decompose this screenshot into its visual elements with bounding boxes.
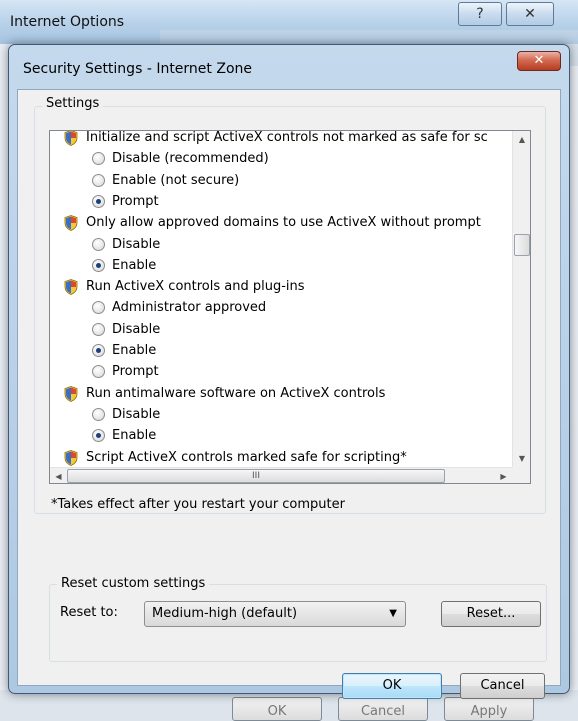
reset-button[interactable]: Reset... bbox=[441, 601, 541, 627]
reset-level-select[interactable]: Medium-high (default) ▼ bbox=[144, 601, 406, 627]
settings-list-rows: Initialize and script ActiveX controls n… bbox=[50, 131, 512, 467]
background-cancel-button[interactable]: Cancel bbox=[338, 697, 428, 721]
vertical-scrollbar[interactable]: ▲ ▼ bbox=[512, 131, 530, 467]
background-help-button[interactable]: ? bbox=[458, 2, 502, 26]
radio-unchecked-icon[interactable] bbox=[92, 365, 105, 379]
setting-category: Script ActiveX controls marked safe for … bbox=[50, 447, 512, 468]
setting-label: Run ActiveX controls and plug-ins bbox=[86, 279, 305, 295]
setting-label: Disable bbox=[112, 406, 161, 422]
setting-option[interactable]: Administrator approved bbox=[50, 297, 512, 318]
setting-label: Enable bbox=[112, 428, 157, 444]
setting-option[interactable]: Enable bbox=[50, 340, 512, 361]
setting-option[interactable]: Disable bbox=[50, 234, 512, 255]
setting-label: Prompt bbox=[112, 364, 159, 380]
setting-label: Script ActiveX controls marked safe for … bbox=[86, 449, 407, 465]
setting-label: Enable (not secure) bbox=[112, 172, 240, 188]
setting-label: Enable bbox=[112, 257, 157, 273]
setting-option[interactable]: Enable bbox=[50, 255, 512, 276]
settings-group-label: Settings bbox=[42, 96, 104, 111]
setting-label: Prompt bbox=[112, 193, 159, 209]
setting-option[interactable]: Disable bbox=[50, 404, 512, 425]
background-apply-button[interactable]: Apply bbox=[444, 697, 534, 721]
vertical-scroll-thumb[interactable] bbox=[514, 234, 530, 256]
security-shield-icon bbox=[64, 449, 78, 466]
radio-unchecked-icon[interactable] bbox=[92, 407, 105, 421]
radio-checked-icon[interactable] bbox=[92, 344, 105, 357]
radio-unchecked-icon[interactable] bbox=[92, 237, 105, 251]
dialog-title: Security Settings - Internet Zone bbox=[23, 61, 252, 77]
setting-category: Initialize and script ActiveX controls n… bbox=[50, 131, 512, 148]
restart-footnote: *Takes effect after you restart your com… bbox=[51, 497, 345, 512]
scroll-up-arrow-icon[interactable]: ▲ bbox=[513, 131, 530, 148]
dropdown-arrow-icon: ▼ bbox=[389, 608, 397, 619]
security-shield-icon bbox=[64, 279, 78, 296]
setting-label: Enable bbox=[112, 343, 157, 358]
dialog-client-area: Settings Initialize and script ActiveX c… bbox=[17, 89, 561, 699]
setting-label: Disable bbox=[112, 236, 161, 252]
reset-to-label: Reset to: bbox=[60, 605, 118, 620]
background-close-button[interactable]: ✕ bbox=[506, 2, 554, 26]
horizontal-scrollbar[interactable]: ◀ III ▶ bbox=[50, 467, 512, 483]
settings-listbox[interactable]: Initialize and script ActiveX controls n… bbox=[49, 130, 531, 484]
dialog-close-button[interactable]: ✕ bbox=[517, 51, 561, 71]
setting-category: Run antimalware software on ActiveX cont… bbox=[50, 383, 512, 404]
background-window-title: Internet Options bbox=[10, 14, 125, 30]
radio-checked-icon[interactable] bbox=[92, 429, 105, 443]
scroll-right-arrow-icon[interactable]: ▶ bbox=[495, 468, 512, 483]
setting-label: Only allow approved domains to use Activ… bbox=[86, 215, 481, 231]
security-shield-icon bbox=[64, 385, 78, 402]
radio-unchecked-icon[interactable] bbox=[92, 322, 105, 336]
setting-option[interactable]: Prompt bbox=[50, 191, 512, 212]
setting-option[interactable]: Prompt bbox=[50, 361, 512, 382]
background-ok-button[interactable]: OK bbox=[232, 697, 322, 721]
setting-option[interactable]: Enable bbox=[50, 425, 512, 446]
setting-category: Only allow approved domains to use Activ… bbox=[50, 212, 512, 233]
setting-option[interactable]: Disable (recommended) bbox=[50, 148, 512, 169]
ok-button[interactable]: OK bbox=[342, 673, 442, 699]
setting-option[interactable]: Enable (not secure) bbox=[50, 170, 512, 191]
scroll-left-arrow-icon[interactable]: ◀ bbox=[50, 468, 67, 483]
security-shield-icon bbox=[64, 131, 78, 146]
radio-unchecked-icon[interactable] bbox=[92, 301, 105, 315]
setting-label: Initialize and script ActiveX controls n… bbox=[86, 131, 488, 145]
security-settings-dialog: Security Settings - Internet Zone ✕ Sett… bbox=[8, 44, 570, 699]
scroll-down-arrow-icon[interactable]: ▼ bbox=[513, 450, 530, 467]
radio-unchecked-icon[interactable] bbox=[92, 152, 105, 166]
radio-unchecked-icon[interactable] bbox=[92, 173, 105, 187]
setting-label: Run antimalware software on ActiveX cont… bbox=[86, 385, 386, 401]
setting-label: Disable (recommended) bbox=[112, 151, 269, 167]
reset-group-label: Reset custom settings bbox=[57, 576, 210, 591]
radio-checked-icon[interactable] bbox=[92, 258, 105, 272]
setting-category: Run ActiveX controls and plug-ins bbox=[50, 276, 512, 297]
setting-option[interactable]: Disable bbox=[50, 319, 512, 340]
reset-level-value: Medium-high (default) bbox=[152, 606, 298, 621]
setting-label: Administrator approved bbox=[112, 300, 267, 316]
cancel-button[interactable]: Cancel bbox=[460, 673, 545, 699]
security-shield-icon bbox=[64, 215, 78, 232]
radio-checked-icon[interactable] bbox=[92, 194, 105, 208]
scrollbar-corner bbox=[512, 467, 530, 483]
horizontal-scroll-thumb[interactable]: III bbox=[67, 469, 445, 483]
setting-label: Disable bbox=[112, 321, 161, 337]
